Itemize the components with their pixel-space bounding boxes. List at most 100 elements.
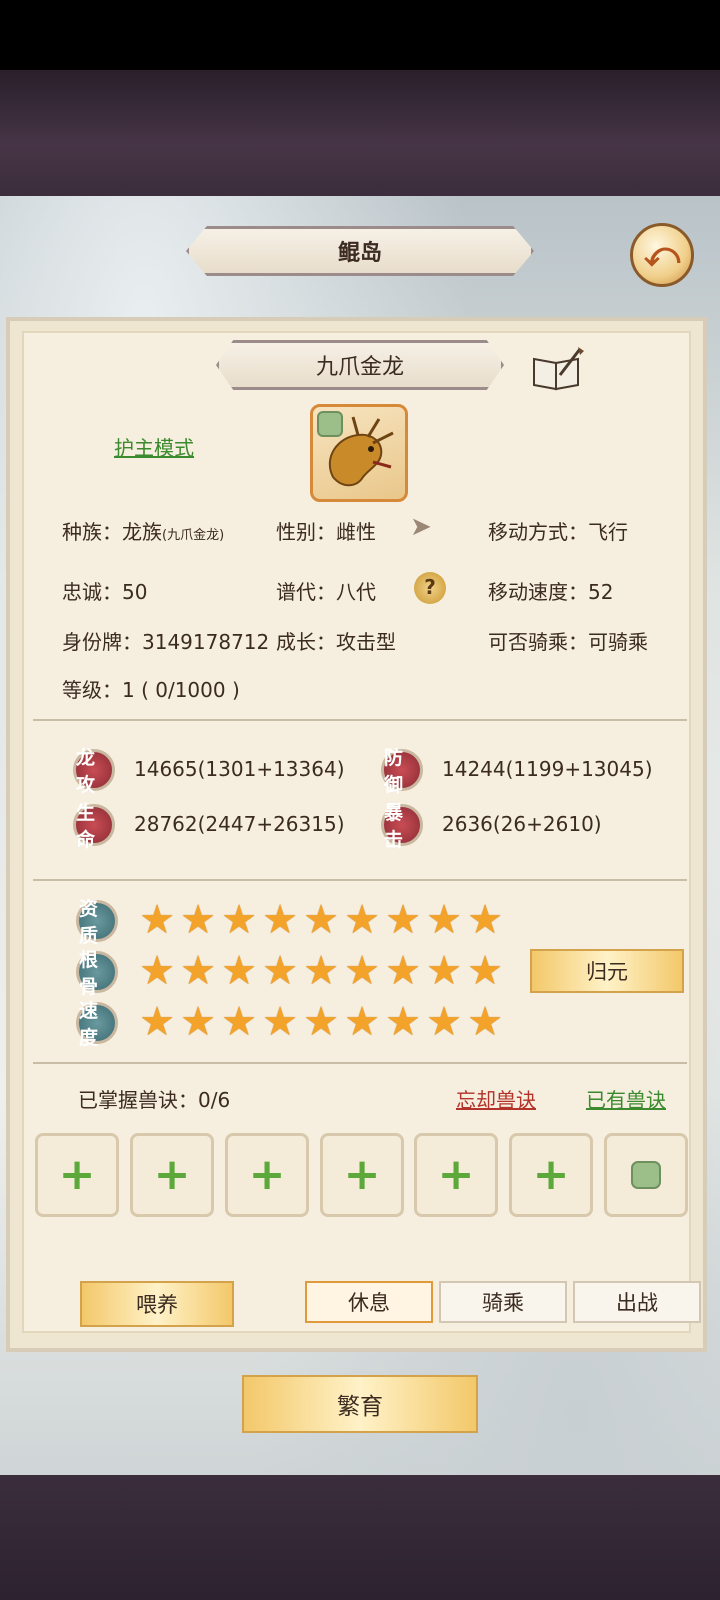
stat-badge-attack: 龙攻 (73, 747, 115, 796)
race-label: 种族： (62, 520, 122, 544)
stat-badge-defense: 防御 (381, 747, 423, 796)
growth-value: 攻击型 (336, 630, 396, 654)
stat-value-attack: 14665(1301+13364) (134, 757, 345, 781)
battle-tab[interactable]: 出战 (573, 1281, 701, 1323)
rideable-value: 可骑乘 (588, 630, 648, 654)
star-icon: ★ (426, 999, 462, 1045)
divider (33, 1062, 687, 1064)
star-icon: ★ (344, 948, 380, 994)
aptitude-badge-speed: 速度 (76, 1000, 118, 1049)
gender-value: 雌性 (336, 520, 376, 544)
bottom-decor-band (0, 1475, 720, 1600)
move-speed-label: 移动速度： (488, 580, 588, 604)
lock-icon (317, 411, 343, 437)
star-icon: ★ (221, 948, 257, 994)
star-icon: ★ (303, 897, 339, 943)
level-label: 等级： (62, 678, 122, 702)
help-icon[interactable]: ? (414, 572, 446, 604)
level-attr: 等级：1 ( 0/1000 ) (62, 674, 240, 703)
generation-value: 八代 (336, 580, 376, 604)
star-icon: ★ (180, 897, 216, 943)
star-icon: ★ (303, 999, 339, 1045)
star-icon: ★ (385, 948, 421, 994)
star-icon: ★ (344, 999, 380, 1045)
star-icon: ★ (262, 897, 298, 943)
plus-icon: + (437, 1149, 475, 1200)
star-icon: ★ (262, 948, 298, 994)
rideable-label: 可否骑乘： (488, 630, 588, 654)
pet-name-banner: 九爪金龙 (216, 340, 504, 390)
feed-button[interactable]: 喂养 (80, 1281, 234, 1327)
aptitude-stars-quality: ★ ★ ★ ★ ★ ★ ★ ★ ★ (137, 900, 505, 940)
move-mode-value: 飞行 (588, 520, 628, 544)
growth-label: 成长： (276, 630, 336, 654)
aptitude-stars-bone: ★ ★ ★ ★ ★ ★ ★ ★ ★ (137, 951, 505, 991)
owned-skill-link[interactable]: 已有兽诀 (586, 1084, 666, 1113)
star-icon: ★ (344, 897, 380, 943)
plus-icon: + (532, 1149, 570, 1200)
star-icon: ★ (426, 897, 462, 943)
star-icon: ★ (180, 999, 216, 1045)
star-icon: ★ (303, 948, 339, 994)
skill-slot-1[interactable]: + (35, 1133, 119, 1217)
forget-skill-link[interactable]: 忘却兽诀 (456, 1084, 536, 1113)
aptitude-stars-speed: ★ ★ ★ ★ ★ ★ ★ ★ ★ (137, 1002, 505, 1042)
guard-mode-link[interactable]: 护主模式 (114, 432, 194, 461)
gender-attr: 性别：雌性 (276, 516, 376, 545)
reset-button[interactable]: 归元 (530, 949, 684, 993)
back-button[interactable]: ⤺ (630, 223, 694, 287)
rest-tab[interactable]: 休息 (305, 1281, 433, 1323)
star-icon: ★ (180, 948, 216, 994)
aptitude-badge-quality: 资质 (76, 898, 118, 947)
page-title: 鲲岛 (337, 241, 382, 266)
skill-slot-3[interactable]: + (225, 1133, 309, 1217)
lock-icon (631, 1161, 661, 1189)
plus-icon: + (153, 1149, 191, 1200)
pet-name: 九爪金龙 (315, 355, 404, 380)
stat-badge-hp: 生命 (73, 802, 115, 851)
move-mode-attr: 移动方式：飞行 (488, 516, 628, 545)
growth-attr: 成长：攻击型 (276, 626, 396, 655)
loyalty-label: 忠诚： (62, 580, 122, 604)
skill-slot-5[interactable]: + (414, 1133, 498, 1217)
skill-slot-2[interactable]: + (130, 1133, 214, 1217)
id-value: 3149178712 (142, 630, 270, 654)
move-speed-value: 52 (588, 580, 614, 604)
race-attr: 种族：龙族(九爪金龙) (62, 516, 224, 545)
status-bar (0, 0, 720, 70)
stat-badge-crit: 暴击 (381, 802, 423, 851)
star-icon: ★ (221, 999, 257, 1045)
rideable-attr: 可否骑乘：可骑乘 (488, 626, 648, 655)
divider (33, 879, 687, 881)
ride-tab[interactable]: 骑乘 (439, 1281, 567, 1323)
star-icon: ★ (385, 897, 421, 943)
plus-icon: + (58, 1149, 96, 1200)
race-value: 龙族 (122, 520, 162, 544)
skill-slot-locked[interactable] (604, 1133, 688, 1217)
breed-button[interactable]: 繁育 (242, 1375, 478, 1433)
gender-switch-icon[interactable]: ➤ (410, 512, 432, 542)
star-icon: ★ (467, 999, 503, 1045)
stat-value-defense: 14244(1199+13045) (442, 757, 653, 781)
star-icon: ★ (221, 897, 257, 943)
rename-book-icon[interactable] (530, 345, 586, 393)
star-icon: ★ (139, 948, 175, 994)
divider (33, 719, 687, 721)
pet-avatar[interactable] (310, 404, 408, 502)
top-decor-band (0, 70, 720, 196)
star-icon: ★ (139, 999, 175, 1045)
plus-icon: + (343, 1149, 381, 1200)
skill-slot-6[interactable]: + (509, 1133, 593, 1217)
id-label: 身份牌： (62, 630, 142, 654)
stat-value-hp: 28762(2447+26315) (134, 812, 345, 836)
star-icon: ★ (139, 897, 175, 943)
generation-label: 谱代： (276, 580, 336, 604)
star-icon: ★ (385, 999, 421, 1045)
skill-slot-4[interactable]: + (320, 1133, 404, 1217)
move-speed-attr: 移动速度：52 (488, 576, 613, 605)
star-icon: ★ (426, 948, 462, 994)
plus-icon: + (248, 1149, 286, 1200)
stat-value-crit: 2636(26+2610) (442, 812, 602, 836)
id-attr: 身份牌：3149178712 (62, 626, 269, 655)
level-value: 1 ( 0/1000 ) (122, 678, 240, 702)
